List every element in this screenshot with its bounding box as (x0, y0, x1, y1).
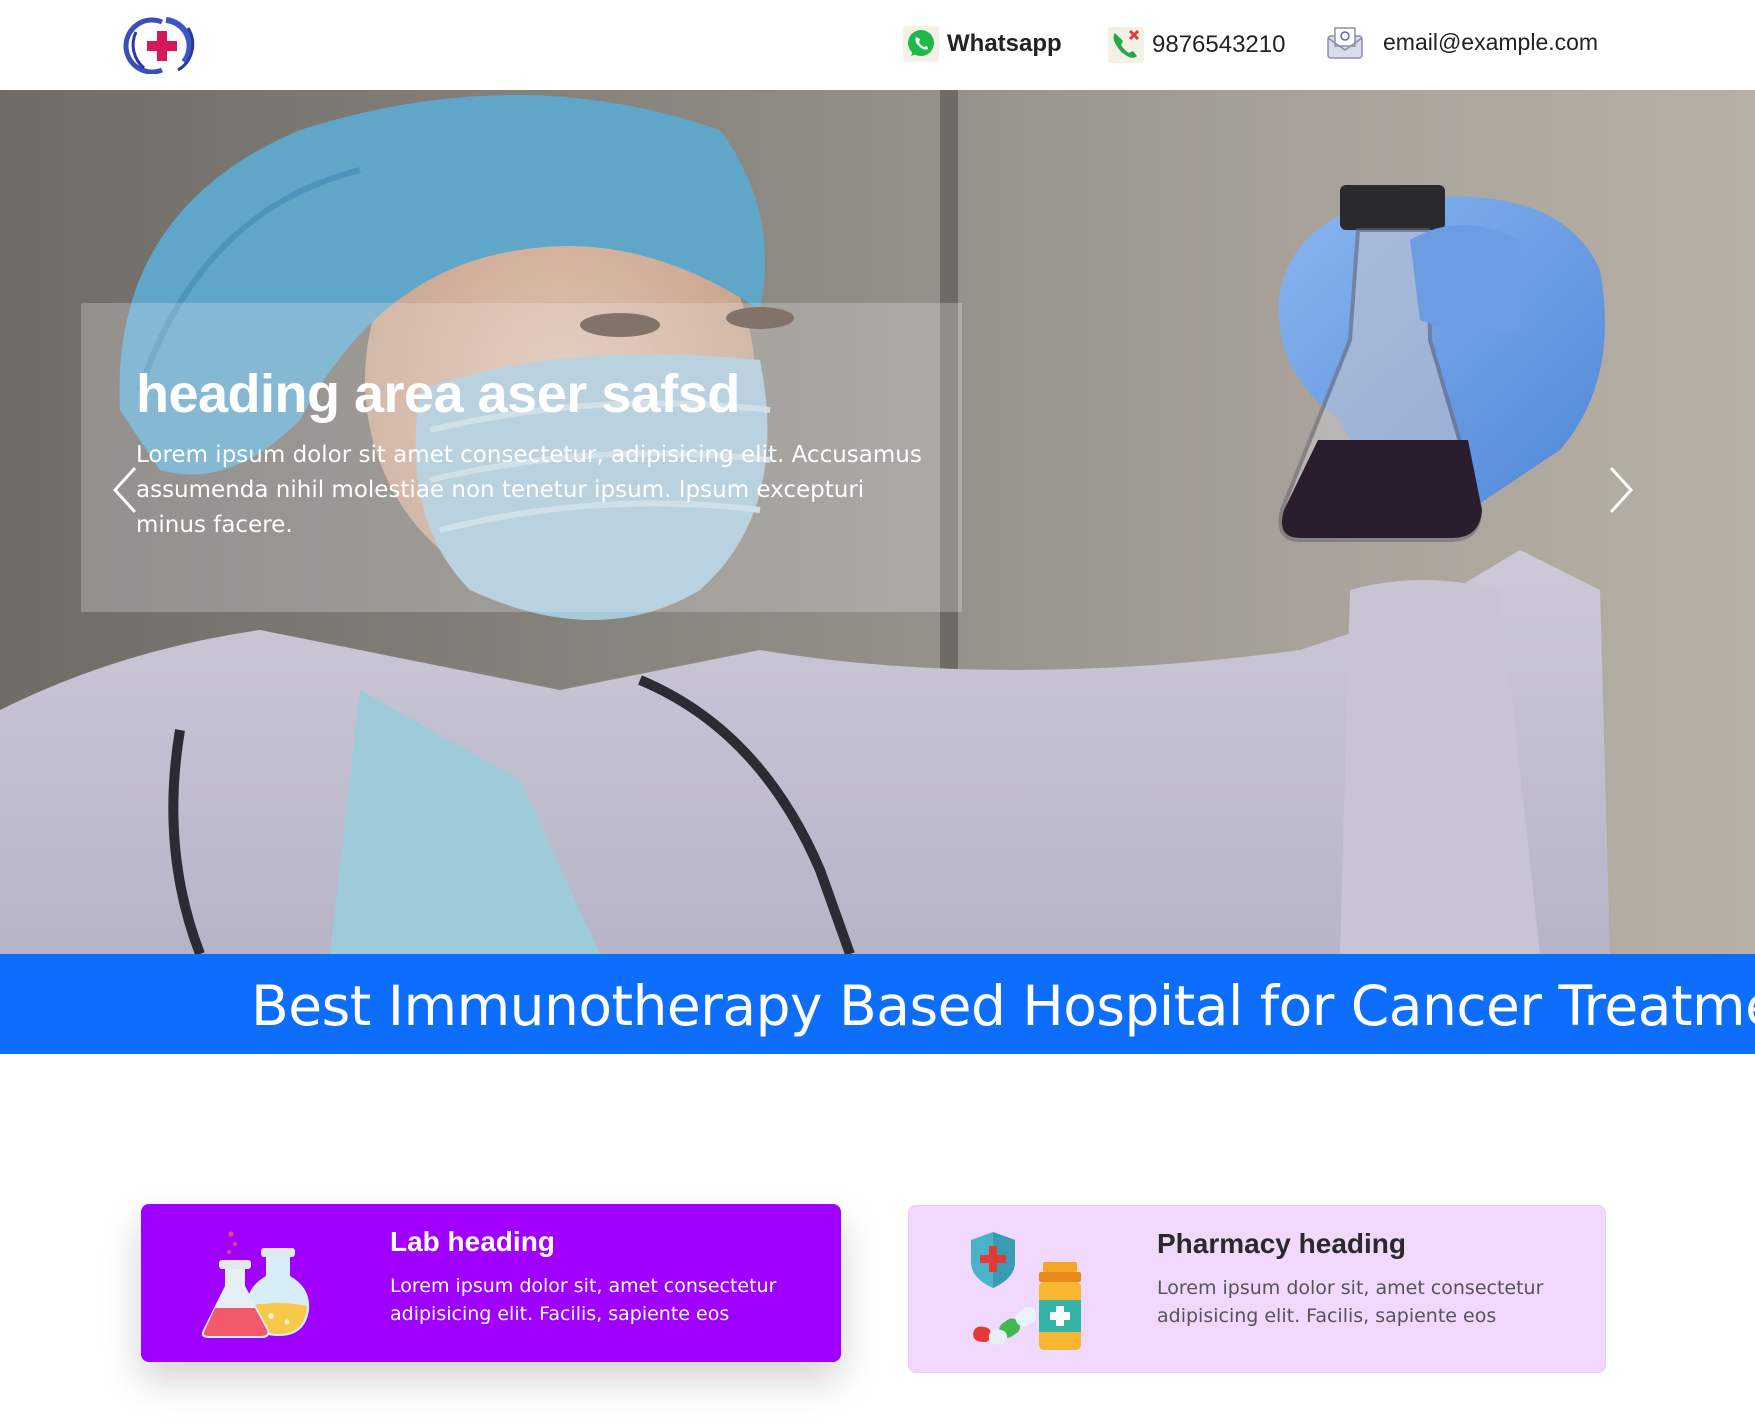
phone-link[interactable]: 9876543210 (1108, 27, 1285, 63)
top-bar: Whatsapp 9876543210 email@example.com (0, 0, 1755, 90)
marquee-banner: Best Immunotherapy Based Hospital for Ca… (0, 954, 1755, 1054)
marquee-text: Best Immunotherapy Based Hospital for Ca… (251, 974, 1755, 1038)
next-slide-arrow-icon[interactable] (1601, 462, 1641, 518)
phone-number: 9876543210 (1152, 31, 1286, 58)
lab-flasks-icon (201, 1231, 310, 1338)
lab-card-title: Lab heading (390, 1226, 555, 1257)
email-address: email@example.com (1383, 28, 1599, 55)
pharmacy-card[interactable]: Pharmacy heading Lorem ipsum dolor sit, … (908, 1205, 1606, 1373)
prev-slide-arrow-icon[interactable] (105, 462, 145, 518)
slide-text: Lorem ipsum dolor sit amet consectetur, … (136, 442, 922, 538)
pharmacy-icon (971, 1232, 1081, 1350)
email-link[interactable]: email@example.com (1325, 22, 1598, 62)
hospital-logo[interactable] (122, 14, 204, 74)
lab-card[interactable]: Lab heading Lorem ipsum dolor sit, amet … (141, 1204, 841, 1362)
whatsapp-link[interactable]: Whatsapp (903, 26, 1062, 62)
pharmacy-card-title: Pharmacy heading (1157, 1228, 1406, 1259)
phone-icon (1108, 27, 1144, 63)
slide-heading: heading area aser safsd (136, 364, 740, 424)
lab-card-text: Lorem ipsum dolor sit, amet consectetur … (390, 1275, 777, 1325)
whatsapp-label: Whatsapp (947, 30, 1062, 57)
slide-caption: heading area aser safsd Lorem ipsum dolo… (81, 303, 962, 612)
hero-slider: heading area aser safsd Lorem ipsum dolo… (0, 90, 1755, 954)
whatsapp-icon (903, 26, 939, 62)
email-icon (1327, 27, 1363, 59)
pharmacy-card-text: Lorem ipsum dolor sit, amet consectetur … (1157, 1277, 1544, 1327)
